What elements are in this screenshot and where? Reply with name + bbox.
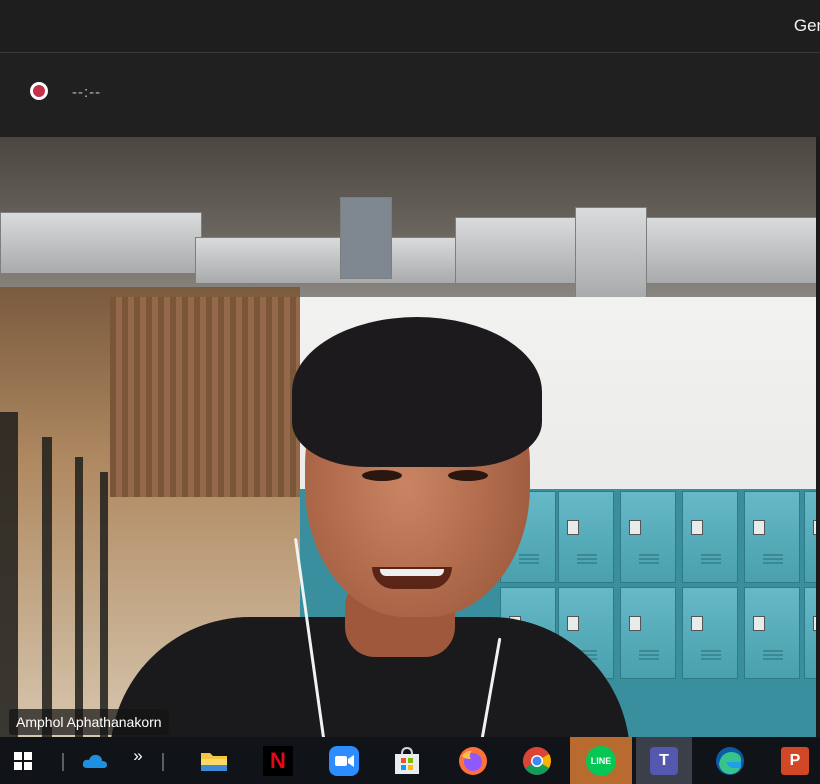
video-glass-frame [75, 457, 83, 737]
taskbar-teams[interactable]: T [636, 737, 692, 784]
locker [804, 587, 816, 679]
locker [620, 587, 676, 679]
person-hair [292, 317, 542, 467]
taskbar-file-explorer[interactable] [190, 737, 238, 784]
window-title-bar: Gen [0, 0, 820, 53]
video-wood-ceiling [110, 297, 300, 497]
taskbar-netflix[interactable]: N [252, 737, 304, 784]
video-duct [0, 212, 202, 274]
video-feed[interactable] [0, 137, 816, 737]
taskbar-firefox[interactable] [446, 737, 500, 784]
firefox-icon [459, 746, 487, 775]
taskbar-overflow-button[interactable]: » [120, 737, 156, 784]
person-eye [362, 470, 402, 481]
locker [682, 491, 738, 583]
folder-icon [201, 752, 227, 771]
cloud-icon [82, 754, 107, 768]
teams-icon: T [650, 746, 678, 775]
powerpoint-icon: P [781, 746, 809, 775]
locker [804, 491, 816, 583]
video-duct [195, 237, 467, 284]
overflow-label: » [133, 745, 143, 765]
locker [744, 587, 800, 679]
locker [620, 491, 676, 583]
taskbar-separator [162, 753, 164, 771]
video-glass-frame [100, 472, 108, 737]
locker [744, 491, 800, 583]
taskbar-onedrive[interactable] [78, 737, 112, 784]
participant-name-label: Amphol Aphathanakorn [9, 709, 169, 735]
record-icon[interactable] [30, 82, 48, 100]
video-duct-box [340, 197, 392, 279]
taskbar-edge[interactable] [702, 737, 758, 784]
locker [558, 491, 614, 583]
taskbar-line[interactable]: LINE [570, 737, 632, 784]
line-icon: LINE [586, 745, 616, 776]
taskbar-powerpoint[interactable]: P [770, 737, 820, 784]
video-duct-box [575, 207, 647, 299]
start-button[interactable] [6, 737, 40, 784]
netflix-icon: N [263, 745, 293, 776]
windows-icon [14, 751, 32, 770]
person-mouth [372, 567, 452, 589]
store-icon [395, 746, 419, 774]
taskbar-microsoft-store[interactable] [380, 737, 434, 784]
video-glass-frame [42, 437, 52, 737]
chrome-icon [523, 746, 551, 775]
locker [682, 587, 738, 679]
edge-icon [716, 746, 744, 775]
video-glass-frame [0, 412, 18, 737]
window-title: Gen [793, 16, 820, 35]
taskbar-chrome[interactable] [510, 737, 564, 784]
zoom-icon [329, 745, 359, 776]
taskbar-separator [62, 753, 64, 771]
taskbar-zoom[interactable] [318, 737, 370, 784]
recording-timer: --:-- [72, 84, 102, 101]
person-eye [448, 470, 488, 481]
recording-bar [0, 53, 820, 137]
